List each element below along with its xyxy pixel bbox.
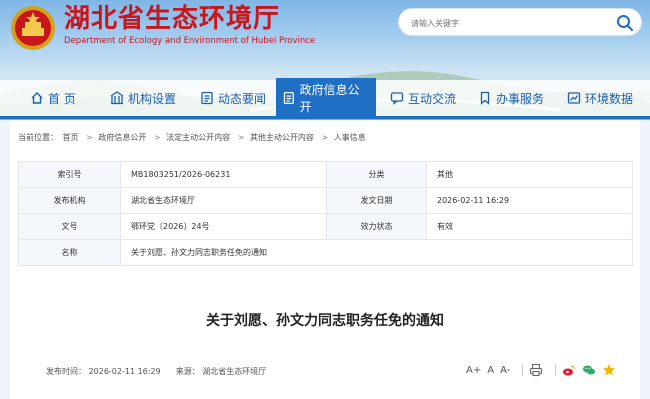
building-icon: [110, 91, 124, 105]
meta-value-index: MB1803251/2026-06231: [120, 161, 327, 188]
table-row: 名称 关于刘愿、孙文力同志职务任免的通知: [18, 239, 633, 266]
nav-item-organization[interactable]: 机构设置: [110, 80, 176, 116]
favorite-star-icon[interactable]: [602, 363, 616, 377]
source-label: 来源：: [175, 367, 200, 376]
nav-item-interaction[interactable]: 互动交流: [390, 80, 456, 116]
breadcrumb-separator: >: [321, 133, 329, 142]
meta-value-doc-number: 鄂环党〔2026〕24号: [120, 213, 327, 240]
national-emblem-logo: [11, 6, 55, 50]
nav-item-label: 互动交流: [408, 91, 457, 106]
nav-item-gov-info[interactable]: 政府信息公开: [276, 78, 376, 118]
document-meta-table: 索引号 MB1803251/2026-06231 分类 其他 发布机构 湖北省生…: [18, 161, 633, 266]
breadcrumb: 当前位置： 首页 > 政府信息公开 > 法定主动公开内容 > 其他主动公开内容 …: [18, 132, 368, 143]
document-icon: [283, 91, 294, 105]
meta-value-validity: 有效: [426, 213, 633, 240]
breadcrumb-link-gov-info[interactable]: 政府信息公开: [98, 133, 146, 142]
article-meta: 发布时间： 2026-02-11 16:29 来源： 湖北省生态环境厅: [46, 366, 266, 377]
table-row: 索引号 MB1803251/2026-06231 分类 其他: [18, 161, 633, 188]
main-nav: 首 页 机构设置 动态要闻 政府信息公开 互动交流 办事服务 环境数据: [0, 78, 650, 118]
nav-item-label: 首 页: [48, 91, 76, 106]
nav-item-services[interactable]: 办事服务: [478, 80, 544, 116]
breadcrumb-link-statutory[interactable]: 法定主动公开内容: [166, 133, 230, 142]
nav-item-label: 环境数据: [585, 91, 634, 106]
nav-item-label: 动态要闻: [218, 91, 267, 106]
breadcrumb-link-personnel[interactable]: 人事信息: [334, 133, 366, 142]
font-size-increase-button[interactable]: A+: [466, 365, 481, 376]
print-icon[interactable]: [529, 363, 543, 377]
nav-item-label: 机构设置: [128, 91, 177, 106]
nav-item-news[interactable]: 动态要闻: [200, 80, 266, 116]
meta-key-validity: 效力状态: [326, 213, 427, 240]
weibo-share-icon[interactable]: [562, 363, 576, 377]
meta-value-category: 其他: [426, 161, 633, 188]
breadcrumb-separator: >: [153, 133, 161, 142]
breadcrumb-separator: >: [86, 133, 93, 142]
site-title: 湖北省生态环境厅: [64, 4, 281, 34]
breadcrumb-prefix: 当前位置：: [18, 133, 58, 142]
article-title: 关于刘愿、孙文力同志职务任免的通知: [206, 313, 444, 329]
font-size-normal-button[interactable]: A: [487, 365, 494, 376]
news-icon: [201, 91, 213, 105]
breadcrumb-link-home[interactable]: 首页: [63, 133, 79, 142]
meta-value-publisher: 湖北省生态环境厅: [120, 187, 327, 214]
table-row: 发布机构 湖北省生态环境厅 发文日期 2026-02-11 16:29: [18, 187, 633, 214]
nav-item-env-data[interactable]: 环境数据: [567, 80, 633, 116]
data-icon: [567, 92, 581, 104]
table-row: 文号 鄂环党〔2026〕24号 效力状态 有效: [18, 213, 633, 240]
tools-divider: [555, 364, 557, 376]
search-box: [398, 8, 642, 36]
nav-item-home[interactable]: 首 页: [30, 80, 76, 116]
meta-key-doc-number: 文号: [18, 213, 121, 240]
article-tools: A+ A A-: [466, 362, 622, 378]
nav-item-label: 办事服务: [496, 91, 545, 106]
source: 湖北省生态环境厅: [202, 367, 267, 376]
meta-key-issue-date: 发文日期: [326, 187, 427, 214]
home-icon: [31, 92, 43, 104]
breadcrumb-link-other[interactable]: 其他主动公开内容: [250, 133, 314, 142]
meta-key-publisher: 发布机构: [18, 187, 121, 214]
search-icon[interactable]: [615, 13, 635, 33]
meta-key-name: 名称: [18, 239, 121, 266]
nav-underline: [0, 116, 650, 119]
meta-key-category: 分类: [326, 161, 427, 188]
tools-divider: [522, 364, 524, 376]
search-input[interactable]: [411, 14, 611, 32]
wechat-share-icon[interactable]: [582, 363, 596, 377]
main-content: 当前位置： 首页 > 政府信息公开 > 法定主动公开内容 > 其他主动公开内容 …: [10, 120, 640, 399]
publish-time-label: 发布时间：: [46, 367, 86, 376]
font-size-decrease-button[interactable]: A-: [500, 365, 510, 376]
meta-value-issue-date: 2026-02-11 16:29: [426, 187, 633, 214]
meta-key-index: 索引号: [18, 161, 121, 188]
bookmark-icon: [480, 91, 490, 105]
site-subtitle: Department of Ecology and Environment of…: [64, 36, 316, 46]
chat-icon: [390, 92, 404, 105]
nav-item-label: 政府信息公开: [299, 83, 360, 114]
meta-value-name: 关于刘愿、孙文力同志职务任免的通知: [120, 239, 633, 266]
publish-time: 2026-02-11 16:29: [88, 367, 161, 376]
breadcrumb-separator: >: [237, 133, 245, 142]
